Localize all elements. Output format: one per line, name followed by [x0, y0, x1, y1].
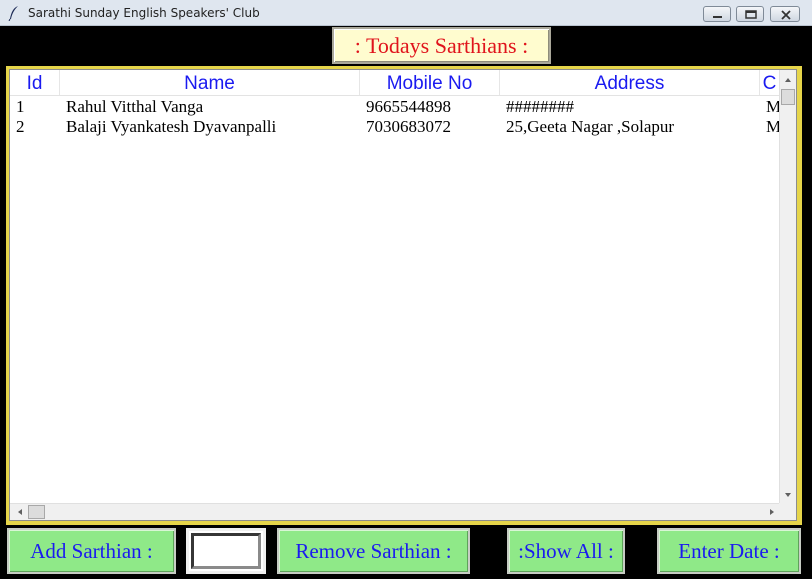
enter-date-button[interactable]: Enter Date : [657, 528, 801, 574]
column-header-id[interactable]: Id [10, 70, 60, 95]
vertical-scroll-thumb[interactable] [781, 89, 795, 105]
cell-mobile: 9665544898 [366, 97, 451, 116]
minimize-button[interactable] [703, 6, 731, 22]
horizontal-scroll-thumb[interactable] [28, 505, 45, 519]
maximize-icon [745, 10, 757, 19]
sarthian-entry-input[interactable] [191, 533, 261, 569]
scroll-down-arrow-icon[interactable] [780, 487, 796, 503]
column-header-mobile[interactable]: Mobile No [360, 70, 500, 95]
scrollbar-corner [779, 503, 796, 520]
footer-bar: Add Sarthian : Remove Sarthian : :Show A… [0, 525, 812, 579]
cell-address: 25,Geeta Nagar ,Solapur [506, 117, 675, 136]
column-header-address[interactable]: Address [500, 70, 760, 95]
sarthians-table-panel: Id Name Mobile No Address C 1 Rahul Vitt… [6, 66, 802, 525]
table-row[interactable]: 1 Rahul Vitthal Vanga 9665544898 #######… [10, 97, 780, 117]
header-bar: : Todays Sarthians : [6, 26, 802, 66]
close-icon [781, 10, 791, 20]
cell-mobile: 7030683072 [366, 117, 451, 136]
cell-extra: M [766, 97, 780, 116]
scroll-left-arrow-icon[interactable] [12, 504, 28, 520]
entry-frame [186, 528, 266, 574]
add-sarthian-button[interactable]: Add Sarthian : [7, 528, 176, 574]
horizontal-scrollbar[interactable] [10, 503, 780, 520]
sarthians-table[interactable]: Id Name Mobile No Address C 1 Rahul Vitt… [9, 69, 797, 521]
scroll-up-arrow-icon[interactable] [780, 72, 796, 88]
minimize-icon [713, 16, 722, 18]
window-titlebar: Sarathi Sunday English Speakers' Club [0, 0, 812, 26]
cell-name: Rahul Vitthal Vanga [66, 97, 204, 116]
window-title: Sarathi Sunday English Speakers' Club [28, 6, 260, 20]
cell-id: 1 [16, 97, 25, 116]
table-header: Id Name Mobile No Address C [10, 70, 780, 96]
column-header-extra[interactable]: C [760, 70, 780, 95]
vertical-scrollbar[interactable] [779, 70, 796, 503]
page-title: : Todays Sarthians : [332, 27, 551, 64]
column-header-name[interactable]: Name [60, 70, 360, 95]
cell-extra: M [766, 117, 780, 136]
cell-name: Balaji Vyankatesh Dyavanpalli [66, 117, 277, 136]
remove-sarthian-button[interactable]: Remove Sarthian : [277, 528, 470, 574]
close-button[interactable] [770, 6, 800, 22]
show-all-button[interactable]: :Show All : [507, 528, 625, 574]
cell-address: ######## [506, 97, 574, 116]
scroll-right-arrow-icon[interactable] [764, 504, 780, 520]
table-body: 1 Rahul Vitthal Vanga 9665544898 #######… [10, 97, 780, 137]
table-row[interactable]: 2 Balaji Vyankatesh Dyavanpalli 70306830… [10, 117, 780, 137]
maximize-button[interactable] [736, 6, 764, 22]
cell-id: 2 [16, 117, 25, 136]
feather-icon [8, 6, 18, 21]
